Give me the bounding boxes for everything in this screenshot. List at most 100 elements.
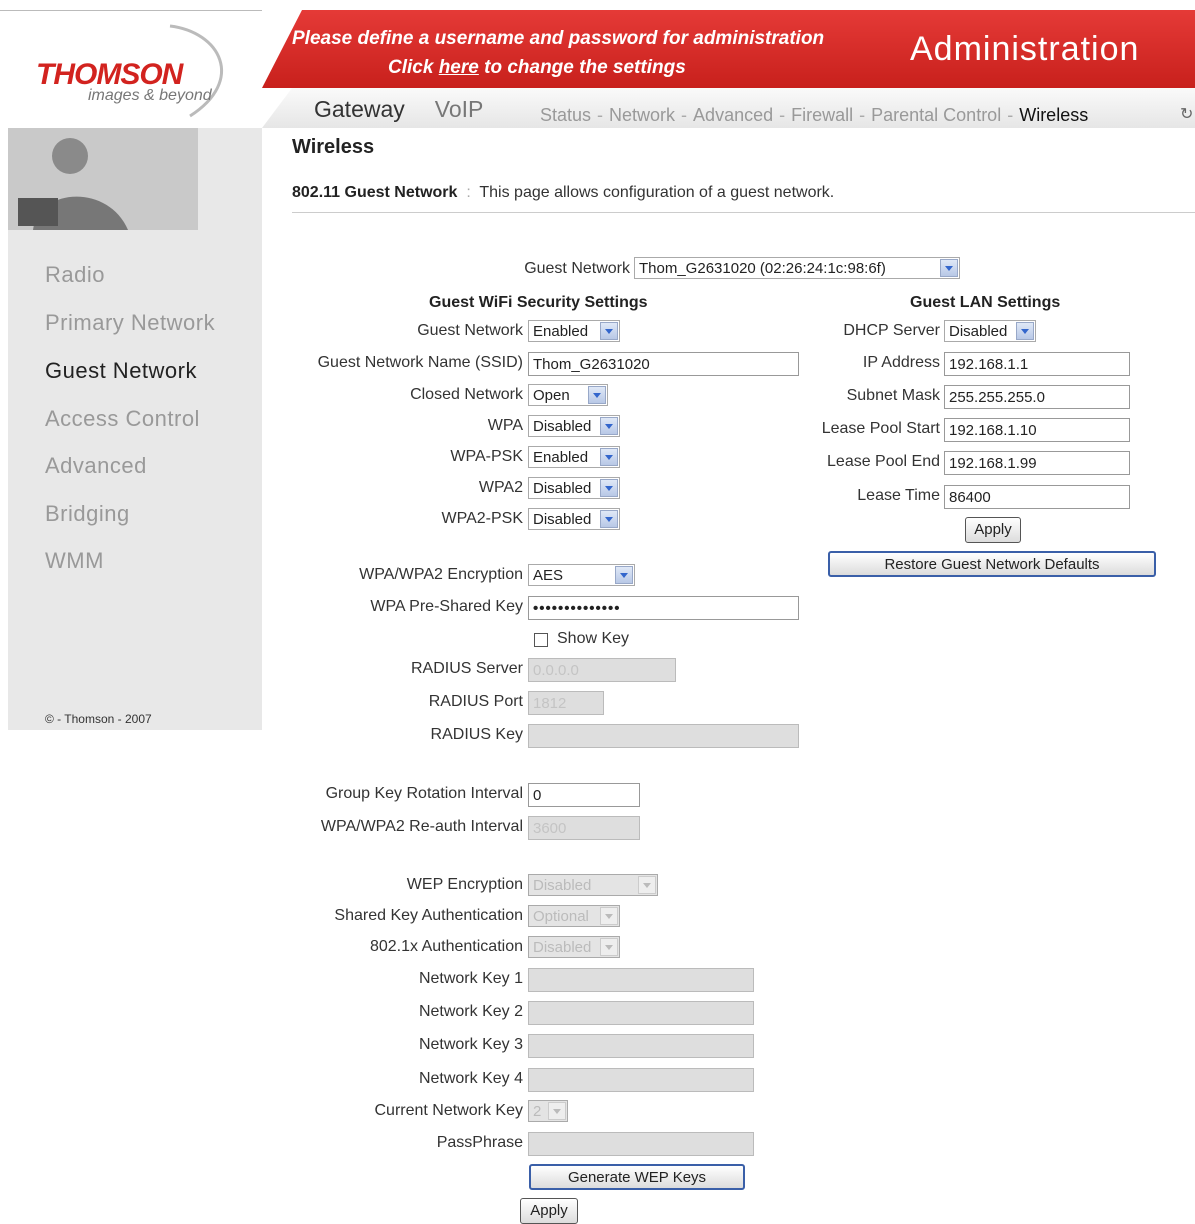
- psk-input[interactable]: ••••••••••••••: [528, 596, 799, 620]
- select-value: Disabled: [533, 418, 592, 435]
- nav-separator: -: [597, 105, 604, 125]
- subnet-mask-label: Subnet Mask: [846, 387, 940, 404]
- current-key-select[interactable]: 2: [528, 1100, 568, 1122]
- generate-wep-keys-button[interactable]: Generate WEP Keys: [529, 1164, 745, 1190]
- lease-pool-end-label: Lease Pool End: [827, 453, 940, 470]
- wpa2-psk-select[interactable]: Disabled: [528, 508, 620, 530]
- lease-time-input[interactable]: 86400: [944, 485, 1130, 509]
- guest-network-enable-select[interactable]: Enabled: [528, 320, 620, 342]
- chevron-down-icon: [600, 938, 618, 956]
- group-key-label: Group Key Rotation Interval: [325, 785, 523, 802]
- restore-defaults-button[interactable]: Restore Guest Network Defaults: [828, 551, 1156, 577]
- sub-nav: Status - Network - Advanced - Firewall - Parenta…: [540, 105, 1088, 126]
- show-key-checkbox[interactable]: [534, 633, 548, 647]
- wpa-psk-label: WPA-PSK: [450, 448, 523, 465]
- sidebar-item-radio[interactable]: Radio: [45, 262, 105, 288]
- sidebar-item-access-control[interactable]: Access Control: [45, 406, 200, 432]
- radius-port-input[interactable]: 1812: [528, 691, 604, 715]
- subnav-status[interactable]: Status: [540, 105, 591, 125]
- subnav-network[interactable]: Network: [609, 105, 675, 125]
- nav-separator: -: [681, 105, 688, 125]
- chevron-down-icon: [600, 510, 618, 528]
- desc-separator: :: [466, 184, 471, 201]
- brand-tagline: images & beyond: [88, 87, 212, 104]
- header-rule: [0, 10, 290, 11]
- radius-server-input[interactable]: 0.0.0.0: [528, 658, 676, 682]
- ip-address-label: IP Address: [862, 354, 940, 371]
- select-value: Disabled: [533, 939, 592, 956]
- guest-network-select[interactable]: Thom_G2631020 (02:26:24:1c:98:6f): [634, 257, 960, 279]
- chevron-down-icon: [638, 876, 656, 894]
- select-value: Disabled: [533, 480, 592, 497]
- closed-network-select[interactable]: Open: [528, 384, 608, 406]
- chevron-down-icon: [600, 907, 618, 925]
- network-key-4-input[interactable]: [528, 1068, 754, 1092]
- lease-pool-start-label: Lease Pool Start: [821, 420, 940, 437]
- sidebar-item-advanced[interactable]: Advanced: [45, 453, 147, 479]
- current-key-label: Current Network Key: [374, 1102, 524, 1119]
- network-key-3-input[interactable]: [528, 1034, 754, 1058]
- network-key-2-input[interactable]: [528, 1001, 754, 1025]
- subnav-parental-control[interactable]: Parental Control: [871, 105, 1001, 125]
- page-title: Wireless: [292, 136, 375, 158]
- network-key-1-input[interactable]: [528, 968, 754, 992]
- reauth-input[interactable]: 3600: [528, 816, 640, 840]
- select-value: Optional: [533, 908, 589, 925]
- sidebar-item-bridging[interactable]: Bridging: [45, 501, 130, 527]
- select-value: Thom_G2631020 (02:26:24:1c:98:6f): [639, 260, 886, 277]
- wpa2-select[interactable]: Disabled: [528, 477, 620, 499]
- ip-address-input[interactable]: 192.168.1.1: [944, 352, 1130, 376]
- select-value: Enabled: [533, 449, 589, 466]
- wpa-label: WPA: [487, 417, 523, 434]
- network-key-2-label: Network Key 2: [418, 1003, 523, 1020]
- subnav-advanced[interactable]: Advanced: [693, 105, 773, 125]
- chevron-down-icon: [588, 386, 606, 404]
- radius-key-input[interactable]: [528, 724, 799, 748]
- guest-network-select-label: Guest Network: [524, 260, 630, 277]
- apply-security-button[interactable]: Apply: [520, 1198, 578, 1224]
- sidebar-item-wmm[interactable]: WMM: [45, 548, 104, 574]
- shared-key-auth-select[interactable]: Optional: [528, 905, 620, 927]
- wpa-psk-select[interactable]: Enabled: [528, 446, 620, 468]
- nav-gateway[interactable]: Gateway: [314, 96, 405, 122]
- banner-message-2: Click here to change the settings: [388, 57, 686, 79]
- subnav-wireless[interactable]: Wireless: [1019, 105, 1088, 125]
- chevron-down-icon: [600, 448, 618, 466]
- chevron-down-icon: [548, 1102, 566, 1120]
- subnet-mask-input[interactable]: 255.255.255.0: [944, 385, 1130, 409]
- wpa-select[interactable]: Disabled: [528, 415, 620, 437]
- chevron-down-icon: [940, 259, 958, 277]
- wep-encryption-label: WEP Encryption: [406, 876, 523, 893]
- lease-pool-start-input[interactable]: 192.168.1.10: [944, 418, 1130, 442]
- dhcp-server-label: DHCP Server: [843, 322, 940, 339]
- encryption-select[interactable]: AES: [528, 564, 635, 586]
- select-value: Enabled: [533, 323, 589, 340]
- passphrase-input[interactable]: [528, 1132, 754, 1156]
- apply-lan-button[interactable]: Apply: [965, 517, 1021, 543]
- banner-text: to change the settings: [478, 57, 686, 78]
- dot1x-auth-select[interactable]: Disabled: [528, 936, 620, 958]
- select-value: 2: [533, 1103, 542, 1120]
- wep-encryption-select[interactable]: Disabled: [528, 874, 658, 896]
- sidebar-item-guest-network[interactable]: Guest Network: [45, 358, 197, 384]
- security-section-title: Guest WiFi Security Settings: [429, 294, 648, 311]
- lease-time-label: Lease Time: [857, 487, 940, 504]
- banner-message: Please define a username and password fo…: [292, 28, 825, 49]
- refresh-icon[interactable]: ↻: [1180, 104, 1193, 124]
- sidebar-item-primary-network[interactable]: Primary Network: [45, 310, 215, 336]
- banner-title: Administration: [910, 30, 1140, 68]
- main-nav: Gateway VoIP: [314, 96, 513, 123]
- group-key-input[interactable]: 0: [528, 783, 640, 807]
- subnav-firewall[interactable]: Firewall: [791, 105, 853, 125]
- page-description: 802.11 Guest Network : This page allows …: [292, 184, 834, 202]
- here-link[interactable]: here: [439, 57, 479, 78]
- guest-network-enable-label: Guest Network: [417, 322, 523, 339]
- wpa2-psk-label: WPA2-PSK: [441, 510, 524, 527]
- nav-voip[interactable]: VoIP: [435, 96, 484, 122]
- lease-pool-end-input[interactable]: 192.168.1.99: [944, 451, 1130, 475]
- dhcp-server-select[interactable]: Disabled: [944, 320, 1036, 342]
- ssid-input[interactable]: Thom_G2631020: [528, 352, 799, 376]
- select-value: Disabled: [533, 877, 592, 894]
- network-key-4-label: Network Key 4: [418, 1070, 523, 1087]
- chevron-down-icon: [615, 566, 633, 584]
